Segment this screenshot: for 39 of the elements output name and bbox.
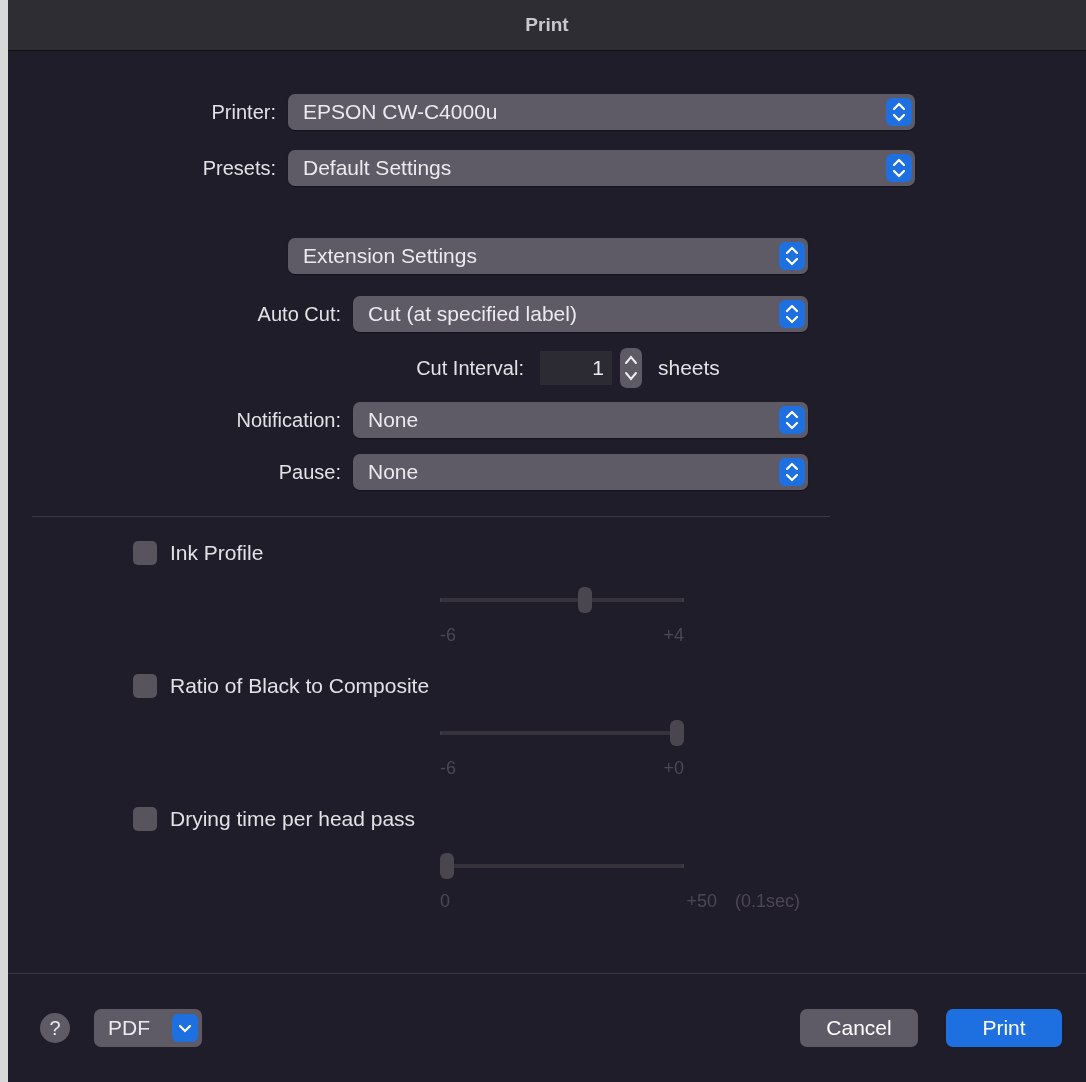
chevron-updown-icon xyxy=(779,242,805,270)
window-title: Print xyxy=(525,14,569,36)
checkbox[interactable] xyxy=(133,807,157,831)
field-label: Printer: xyxy=(210,100,277,124)
chevron-updown-icon xyxy=(886,98,912,126)
option-label: Ink Profile xyxy=(170,541,264,565)
option-label: Drying time per head pass xyxy=(170,807,416,831)
help-button[interactable]: ? xyxy=(40,1013,70,1043)
chevron-updown-icon xyxy=(779,458,805,486)
slider-thumb[interactable] xyxy=(578,587,592,613)
popup-menu[interactable]: None xyxy=(353,402,808,438)
chevron-down-icon xyxy=(172,1014,198,1042)
option-label: Ratio of Black to Composite xyxy=(170,674,430,698)
field-label: Auto Cut: xyxy=(256,302,342,326)
popup-menu[interactable]: Cut (at specified label) xyxy=(353,296,808,332)
number-field[interactable]: 1 xyxy=(540,351,612,385)
stepper-icon[interactable] xyxy=(620,348,642,388)
slider-thumb[interactable] xyxy=(440,853,454,879)
popup-menu[interactable]: Default Settings xyxy=(288,150,915,186)
field-label: Cut Interval: xyxy=(415,356,525,380)
slider-thumb[interactable] xyxy=(670,720,684,746)
chevron-updown-icon xyxy=(779,406,805,434)
slider[interactable] xyxy=(440,853,684,879)
cancel-button[interactable]: Cancel xyxy=(800,1009,918,1047)
print-button[interactable]: Print xyxy=(946,1009,1062,1047)
unit-label: sheets xyxy=(658,356,720,380)
chevron-updown-icon xyxy=(779,300,805,328)
checkbox[interactable] xyxy=(133,541,157,565)
popup-menu[interactable]: Extension Settings xyxy=(288,238,808,274)
slider[interactable] xyxy=(440,587,684,613)
field-label: Notification: xyxy=(235,408,342,432)
pdf-menu-button[interactable]: PDF xyxy=(94,1009,202,1047)
slider[interactable] xyxy=(440,720,684,746)
checkbox[interactable] xyxy=(133,674,157,698)
chevron-updown-icon xyxy=(886,154,912,182)
popup-menu[interactable]: None xyxy=(353,454,808,490)
field-label: Pause: xyxy=(277,460,342,484)
field-label: Presets: xyxy=(201,156,277,180)
popup-menu[interactable]: EPSON CW-C4000u xyxy=(288,94,915,130)
